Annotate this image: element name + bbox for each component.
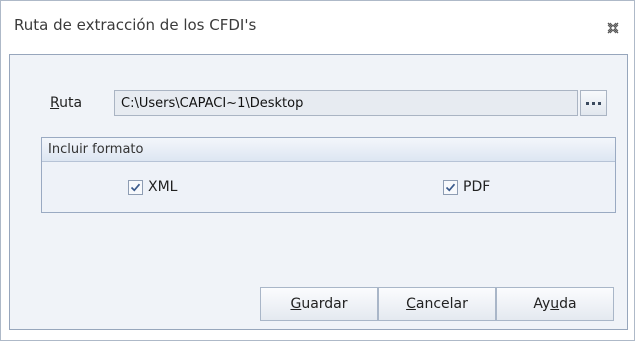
content-panel: Ruta Incluir formato XML xyxy=(9,54,628,280)
ayuda-button[interactable]: Ay u da xyxy=(496,287,614,321)
xml-checkbox-row[interactable]: XML xyxy=(128,179,177,195)
title-bar[interactable]: Ruta de extracción de los CFDI's xyxy=(1,1,634,53)
checkmark-icon xyxy=(445,183,456,192)
group-title: Incluir formato xyxy=(48,142,144,157)
cancelar-button[interactable]: Cancelar xyxy=(378,287,496,321)
xml-checkbox[interactable] xyxy=(128,179,143,195)
ellipsis-icon xyxy=(586,101,601,105)
incluir-formato-group: Incluir formato XML PDF xyxy=(41,137,616,213)
close-icon[interactable] xyxy=(605,20,621,36)
window-title: Ruta de extracción de los CFDI's xyxy=(14,16,257,34)
group-header: Incluir formato xyxy=(42,138,615,162)
pdf-checkbox-row[interactable]: PDF xyxy=(443,179,490,195)
pdf-checkbox[interactable] xyxy=(443,179,458,195)
ruta-path-input[interactable] xyxy=(114,90,578,116)
browse-button[interactable] xyxy=(580,90,607,116)
dialog-window: Ruta de extracción de los CFDI's Ruta In… xyxy=(0,0,635,341)
pdf-label: PDF xyxy=(463,179,491,195)
button-bar: Guardar Cancelar Ay u da xyxy=(9,279,628,330)
xml-label: XML xyxy=(148,179,178,195)
checkmark-icon xyxy=(130,183,141,192)
guardar-button[interactable]: Guardar xyxy=(260,287,378,321)
ruta-label: Ruta xyxy=(50,95,83,111)
